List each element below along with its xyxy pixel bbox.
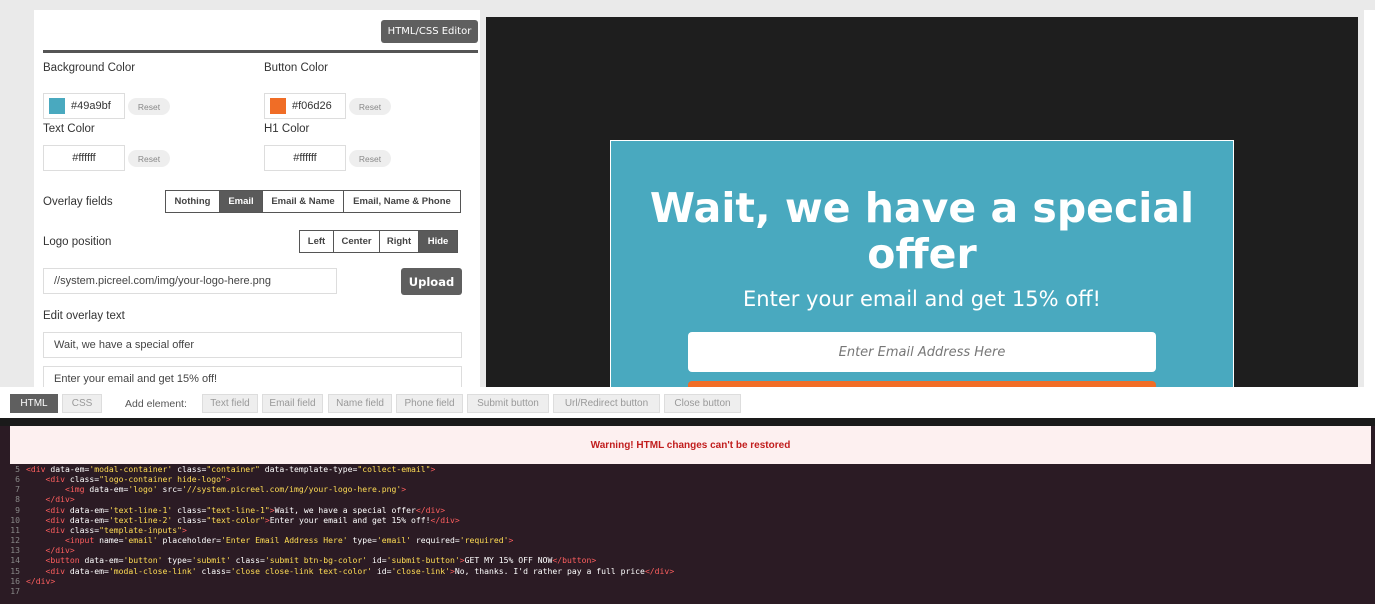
code-text: <button data-em='button' type='submit' c… xyxy=(45,555,597,566)
top-area: HTML/CSS Editor Background Color #49a9bf… xyxy=(0,0,1375,387)
preview-modal: Wait, we have a special offer Enter your… xyxy=(610,140,1234,387)
overlay-option-email[interactable]: Email xyxy=(220,191,263,212)
overlay-fields-selector: Nothing Email Email & Name Email, Name &… xyxy=(165,190,461,213)
h1-color-reset-button[interactable]: Reset xyxy=(349,150,391,167)
overlay-preview: Wait, we have a special offer Enter your… xyxy=(486,17,1358,387)
text-line-2-input[interactable]: Enter your email and get 15% off! xyxy=(43,366,462,387)
code-text: <input name='email' placeholder='Enter E… xyxy=(64,535,514,546)
background-color-reset-button[interactable]: Reset xyxy=(128,98,170,115)
line-number: 10 xyxy=(10,514,20,525)
add-phone-field-button[interactable]: Phone field xyxy=(396,394,463,413)
h1-color-label: H1 Color xyxy=(264,123,310,135)
add-text-field-button[interactable]: Text field xyxy=(202,394,258,413)
line-number: 15 xyxy=(10,565,20,576)
code-line[interactable]: 17 xyxy=(0,586,1375,596)
code-editor[interactable]: Warning! HTML changes can't be restored … xyxy=(0,418,1375,604)
code-text: <div data-em='modal-close-link' class='c… xyxy=(45,565,675,576)
add-submit-button-button[interactable]: Submit button xyxy=(467,394,549,413)
line-number: 7 xyxy=(15,484,20,495)
text-color-value: #ffffff xyxy=(72,152,96,164)
code-text: <img data-em='logo' src='//system.picree… xyxy=(64,484,407,495)
logo-option-hide[interactable]: Hide xyxy=(419,231,457,252)
code-text: <div data-em='text-line-1' class="text-l… xyxy=(45,504,446,515)
background-color-label: Background Color xyxy=(43,62,136,74)
code-text: <div class="logo-container hide-logo"> xyxy=(45,474,231,485)
background-color-value: #49a9bf xyxy=(71,100,111,112)
logo-position-selector: Left Center Right Hide xyxy=(299,230,458,253)
divider xyxy=(43,50,478,53)
code-text: </div> xyxy=(45,545,75,556)
add-close-button[interactable]: Close button xyxy=(664,394,741,413)
logo-option-left[interactable]: Left xyxy=(300,231,334,252)
line-number: 6 xyxy=(15,474,20,485)
overlay-fields-label: Overlay fields xyxy=(43,196,113,208)
editor-toolbar: HTML CSS Add element: Text field Email f… xyxy=(0,387,1375,418)
code-line[interactable]: 14 <button data-em='button' type='submit… xyxy=(0,555,1375,565)
code-line[interactable]: 15 <div data-em='modal-close-link' class… xyxy=(0,566,1375,576)
overlay-option-email-name-phone[interactable]: Email, Name & Phone xyxy=(344,191,460,212)
text-line-1-input[interactable]: Wait, we have a special offer xyxy=(43,332,462,358)
line-number: 17 xyxy=(10,585,20,596)
preview-title: Wait, we have a special offer xyxy=(649,184,1195,278)
code-lines[interactable]: 5 <div data-em='modal-container' class="c… xyxy=(0,464,1375,596)
logo-url-input[interactable]: //system.picreel.com/img/your-logo-here.… xyxy=(43,268,337,294)
button-color-label: Button Color xyxy=(264,62,328,74)
logo-position-label: Logo position xyxy=(43,236,112,248)
preview-email-input[interactable]: Enter Email Address Here xyxy=(688,332,1156,372)
line-number: 8 xyxy=(15,494,20,505)
line-number: 14 xyxy=(10,555,20,566)
line-number: 5 xyxy=(15,464,20,474)
code-line[interactable]: 9 <div data-em='text-line-1' class="text… xyxy=(0,505,1375,515)
html-css-editor-button[interactable]: HTML/CSS Editor xyxy=(381,20,478,43)
code-text: <div class="template-inputs"> xyxy=(45,524,187,535)
line-number: 9 xyxy=(15,504,20,515)
code-line[interactable]: 6 <div class="logo-container hide-logo"> xyxy=(0,474,1375,484)
line-number: 12 xyxy=(10,535,20,546)
settings-panel: HTML/CSS Editor Background Color #49a9bf… xyxy=(34,10,480,387)
background-color-swatch xyxy=(49,98,65,114)
preview-subtitle: Enter your email and get 15% off! xyxy=(743,287,1101,311)
add-element-label: Add element: xyxy=(125,397,187,410)
code-line[interactable]: 8 </div> xyxy=(0,494,1375,504)
code-editor-gutter-top xyxy=(0,418,1375,426)
button-color-swatch xyxy=(270,98,286,114)
tab-css[interactable]: CSS xyxy=(62,394,102,413)
button-color-value: #f06d26 xyxy=(292,100,332,112)
code-text: </div> xyxy=(26,575,56,586)
right-strip xyxy=(1364,10,1375,387)
edit-overlay-text-label: Edit overlay text xyxy=(43,310,125,322)
text-color-label: Text Color xyxy=(43,123,95,135)
upload-button[interactable]: Upload xyxy=(401,268,462,295)
logo-option-right[interactable]: Right xyxy=(380,231,419,252)
button-color-picker[interactable]: #f06d26 xyxy=(264,93,346,119)
text-color-picker[interactable]: #ffffff xyxy=(43,145,125,171)
code-text: <div data-em='modal-container' class="co… xyxy=(26,464,436,474)
h1-color-picker[interactable]: #ffffff xyxy=(264,145,346,171)
overlay-option-email-name[interactable]: Email & Name xyxy=(263,191,344,212)
text-color-reset-button[interactable]: Reset xyxy=(128,150,170,167)
tab-html[interactable]: HTML xyxy=(10,394,58,413)
overlay-option-nothing[interactable]: Nothing xyxy=(166,191,220,212)
h1-color-value: #ffffff xyxy=(293,152,317,164)
code-line[interactable]: 11 <div class="template-inputs"> xyxy=(0,525,1375,535)
add-url-redirect-button[interactable]: Url/Redirect button xyxy=(553,394,660,413)
code-text: </div> xyxy=(45,494,75,505)
code-text: <div data-em='text-line-2' class="text-c… xyxy=(45,514,460,525)
line-number: 11 xyxy=(10,524,20,535)
background-color-picker[interactable]: #49a9bf xyxy=(43,93,125,119)
add-name-field-button[interactable]: Name field xyxy=(328,394,392,413)
html-warning-banner: Warning! HTML changes can't be restored xyxy=(10,426,1371,464)
code-line[interactable]: 12 <input name='email' placeholder='Ente… xyxy=(0,535,1375,545)
code-line[interactable]: 5 <div data-em='modal-container' class="c… xyxy=(0,464,1375,474)
button-color-reset-button[interactable]: Reset xyxy=(349,98,391,115)
code-line[interactable]: 13 </div> xyxy=(0,545,1375,555)
line-number: 13 xyxy=(10,545,20,556)
code-line[interactable]: 7 <img data-em='logo' src='//system.picr… xyxy=(0,484,1375,494)
code-line[interactable]: 10 <div data-em='text-line-2' class="tex… xyxy=(0,515,1375,525)
line-number: 16 xyxy=(10,575,20,586)
add-email-field-button[interactable]: Email field xyxy=(262,394,323,413)
code-line[interactable]: 16 </div> xyxy=(0,576,1375,586)
logo-option-center[interactable]: Center xyxy=(334,231,380,252)
